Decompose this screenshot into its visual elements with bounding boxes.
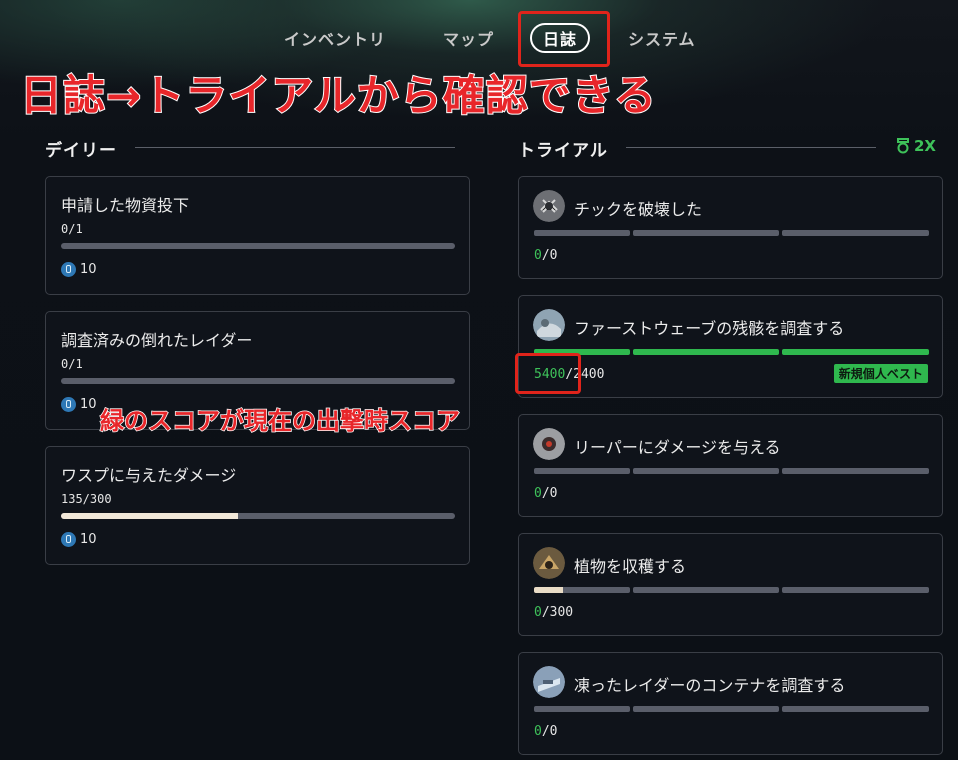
daily-progress-bar <box>61 378 455 384</box>
daily-card-title: 申請した物資投下 <box>61 196 190 215</box>
personal-best-badge: 新規個人ベスト <box>833 364 928 383</box>
trial-score: 0/0 <box>534 486 558 501</box>
daily-reward: 10 <box>61 262 97 277</box>
daily-divider <box>135 147 455 148</box>
trial-progress-bar <box>534 587 929 593</box>
plant-thumbnail-icon <box>533 547 565 579</box>
trial-card-title: 植物を収穫する <box>574 557 687 576</box>
daily-card: 申請した物資投下 0/1 10 <box>45 176 470 295</box>
progress-fill <box>61 513 239 519</box>
trial-card-title: チックを破壊した <box>574 200 703 219</box>
daily-card-title: ワスプに与えたダメージ <box>61 466 237 485</box>
journal-tab-bar: インベントリ マップ 日誌 システム <box>0 22 958 54</box>
tick-thumbnail-icon <box>533 190 565 222</box>
currency-coin-icon <box>61 397 76 412</box>
trial-multiplier: 2X <box>896 137 936 155</box>
daily-card: ワスプに与えたダメージ 135/300 10 <box>45 446 470 565</box>
tab-inventory[interactable]: インベントリ <box>284 26 386 50</box>
frozen-container-thumbnail-icon <box>533 666 565 698</box>
trial-card: 凍ったレイダーのコンテナを調査する 0/0 <box>518 652 943 755</box>
trials-heading: トライアル <box>518 141 608 161</box>
trial-card: ファーストウェーブの残骸を調査する 5400/2400 新規個人ベスト <box>518 295 943 398</box>
reward-amount: 10 <box>80 262 97 277</box>
currency-coin-icon <box>61 262 76 277</box>
annotation-title: 日誌→トライアルから確認できる <box>19 70 657 121</box>
daily-progress-bar <box>61 513 455 519</box>
trial-score: 0/0 <box>534 724 558 739</box>
tab-system[interactable]: システム <box>628 26 696 50</box>
current-score-highlight-box <box>515 353 581 394</box>
trial-score: 0/0 <box>534 248 558 263</box>
trial-card: リーパーにダメージを与える 0/0 <box>518 414 943 517</box>
trial-progress-bar <box>534 706 929 712</box>
trial-card-title: 凍ったレイダーのコンテナを調査する <box>574 676 846 695</box>
trial-score: 0/300 <box>534 605 574 620</box>
daily-reward: 10 <box>61 397 97 412</box>
trial-card-title: リーパーにダメージを与える <box>574 438 781 457</box>
reward-amount: 10 <box>80 532 97 547</box>
trials-divider <box>626 147 876 148</box>
daily-heading: デイリー <box>45 141 117 161</box>
daily-card-progress: 0/1 <box>61 357 83 371</box>
trial-progress-bar <box>534 230 929 236</box>
daily-card-progress: 135/300 <box>61 492 112 506</box>
annotation-note: 緑のスコアが現在の出撃時スコア <box>99 406 461 436</box>
trial-card-title: ファーストウェーブの残骸を調査する <box>574 319 845 338</box>
trial-card: チックを破壊した 0/0 <box>518 176 943 279</box>
wreckage-thumbnail-icon <box>533 309 565 341</box>
trial-card: 植物を収穫する 0/300 <box>518 533 943 636</box>
reward-amount: 10 <box>80 397 97 412</box>
daily-card-title: 調査済みの倒れたレイダー <box>61 331 253 350</box>
trial-progress-bar <box>534 349 929 355</box>
reaper-thumbnail-icon <box>533 428 565 460</box>
currency-coin-icon <box>61 532 76 547</box>
trial-progress-bar <box>534 468 929 474</box>
daily-reward: 10 <box>61 532 97 547</box>
daily-card-progress: 0/1 <box>61 222 83 236</box>
multiplier-value: 2X <box>914 137 937 155</box>
journal-tab-highlight-box <box>518 11 610 67</box>
tab-map[interactable]: マップ <box>443 26 494 50</box>
daily-progress-bar <box>61 243 455 249</box>
medal-icon <box>897 138 909 154</box>
